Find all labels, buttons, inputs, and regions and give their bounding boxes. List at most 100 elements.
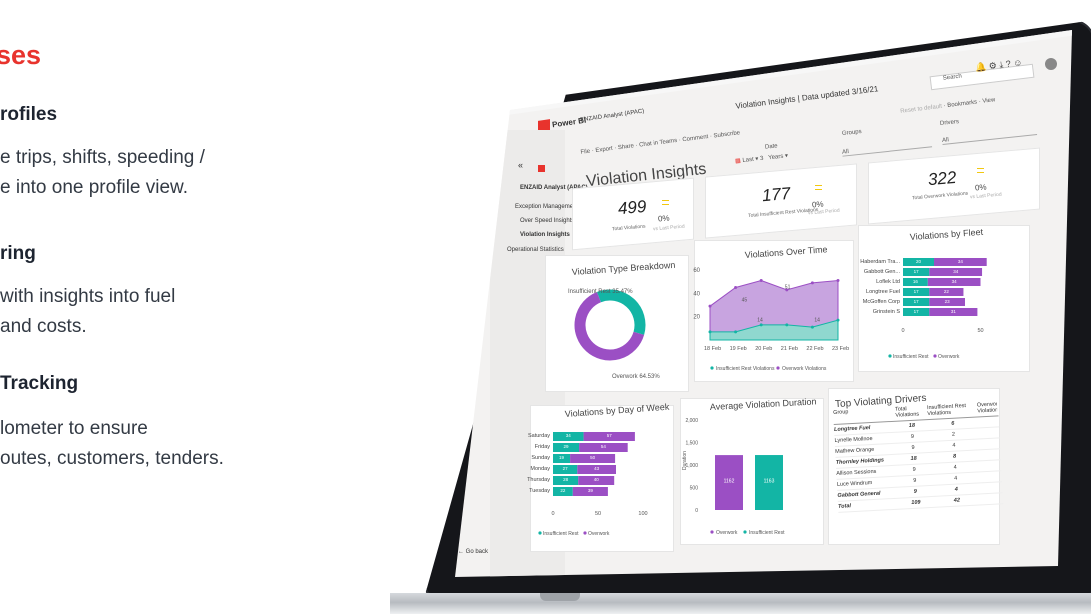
slice-label: Insufficient Rest 35.47% [568, 289, 633, 295]
x-tick-label: 50 [595, 511, 601, 517]
category-label: Gabbott Gen... [864, 269, 901, 275]
cell-total: 18 [908, 422, 916, 430]
data-point [759, 279, 763, 282]
col-total[interactable]: Total Violations [895, 405, 928, 419]
chart-by-day: Violations by Day of Week Saturday 34 57 Fri… [527, 402, 670, 537]
legend-dot [538, 531, 542, 535]
cell-rest: 6 [951, 420, 955, 427]
category-label: Tuesday [529, 488, 550, 494]
bar-value: 34 [566, 433, 572, 438]
category-label: Monday [530, 466, 550, 472]
cell-total: 9 [910, 433, 915, 440]
legend-label: Overwork Violations [782, 366, 827, 372]
category-label: Thursday [527, 477, 550, 483]
y-tick-label: 40 [693, 291, 700, 297]
cell-rest: 8 [952, 453, 957, 460]
bar-value: 54 [601, 444, 607, 449]
data-label: 14 [814, 318, 820, 324]
bar-value: 1162 [724, 479, 735, 485]
bar-value: 17 [914, 289, 920, 294]
bar-value: 16 [913, 279, 919, 284]
chart-title: Average Violation Duration [710, 396, 817, 412]
legend-label: Insufficient Rest [749, 530, 785, 536]
legend-label: Overwork [588, 531, 610, 537]
cell-group: Total [837, 503, 852, 510]
col-overwork[interactable]: Overwork Violations [977, 401, 998, 414]
bar-value: 29 [564, 444, 570, 449]
cell-group: Thornley Holdings [835, 457, 885, 466]
bar-value: 22 [560, 488, 566, 493]
bar-value: 50 [590, 455, 596, 460]
x-tick-label: 100 [638, 511, 647, 517]
bar-value: 17 [914, 309, 920, 314]
legend-label: Overwork [938, 354, 960, 360]
category-label: Loflek Ltd [876, 279, 900, 285]
data-point [734, 330, 738, 334]
x-tick-label: 23 Feb [832, 346, 849, 352]
cell-total: 18 [910, 455, 917, 463]
bar-value: 28 [563, 477, 569, 482]
cell-total: 109 [911, 499, 921, 507]
legend-label: Insufficient Rest [543, 531, 579, 537]
cell-group: Longtree Fuel [833, 425, 871, 433]
cell-rest: 2 [951, 431, 956, 438]
data-point [785, 323, 789, 327]
legend-dot [710, 366, 714, 370]
feature-title-fuel: ring [0, 243, 36, 264]
chart-over-time: Violations Over Time 20 40 60 51 45 14 14 18 Feb… [693, 244, 849, 372]
col-group[interactable]: Group [833, 407, 896, 422]
x-tick-label: 22 Feb [806, 346, 823, 352]
cell-total: 9 [913, 488, 918, 495]
cell-rest: 4 [952, 442, 956, 449]
cell-group: Mathew Orange [835, 446, 875, 455]
donut-slice [596, 289, 646, 335]
data-point [708, 330, 712, 334]
data-point [836, 279, 840, 282]
bar-value: 22 [944, 289, 950, 294]
bar-value: 1163 [764, 479, 775, 485]
section-heading: ses [0, 40, 42, 70]
bar-value: 34 [952, 279, 958, 284]
x-tick-label: 21 Feb [781, 346, 798, 352]
cell-rest: 42 [953, 497, 961, 504]
chart-type-breakdown: Violation Type Breakdown Insufficient Res… [568, 260, 676, 380]
cell-group: Lynelle Mollnoe [834, 435, 873, 444]
feature-body-profiles: e trips, shifts, speeding / e into one p… [0, 147, 205, 198]
marketing-panel: ses rofiles e trips, shifts, speeding / … [0, 0, 430, 614]
bar-value: 57 [607, 433, 613, 438]
x-tick-label: 19 Feb [730, 346, 747, 352]
bar-value: 31 [951, 309, 957, 314]
data-point [759, 323, 763, 327]
col-rest[interactable]: Insufficient Rest Violations [927, 402, 978, 417]
cell-rest: 4 [953, 464, 957, 471]
bar-value: 20 [916, 259, 922, 264]
cell-total: 9 [911, 444, 915, 451]
bar-value: 17 [914, 299, 920, 304]
category-label: Saturday [528, 433, 550, 439]
legend-dot [710, 530, 714, 534]
chart-title: Violation Type Breakdown [571, 260, 675, 277]
legend-label: Overwork [716, 530, 738, 536]
legend-dot [776, 366, 780, 370]
x-tick-label: 20 Feb [755, 346, 772, 352]
bar-value: 27 [563, 466, 569, 471]
feature-body-fuel: with insights into fuel and costs. [0, 286, 176, 337]
y-tick-label: 500 [690, 486, 699, 492]
y-axis-label: Duration [682, 451, 688, 470]
y-tick-label: 1,500 [685, 441, 698, 447]
legend-dot [743, 530, 747, 534]
chart-duration: Average Violation Duration05001,0001,500… [682, 396, 817, 536]
legend-dot [933, 354, 937, 358]
chart-title: Violations by Fleet [909, 227, 983, 242]
category-label: Sunday [531, 455, 550, 461]
y-tick-label: 60 [693, 268, 700, 274]
x-tick-label: 0 [901, 328, 904, 334]
cell-total: 9 [912, 466, 916, 473]
x-tick-label: 50 [977, 328, 983, 334]
slice-label: Overwork 64.53% [612, 374, 660, 380]
category-label: Friday [535, 444, 551, 450]
bar-value: 43 [594, 466, 600, 471]
cell-group: Allison Sessions [836, 468, 877, 477]
bar-value: 34 [958, 259, 964, 264]
category-label: Longtree Fuel [866, 289, 900, 295]
